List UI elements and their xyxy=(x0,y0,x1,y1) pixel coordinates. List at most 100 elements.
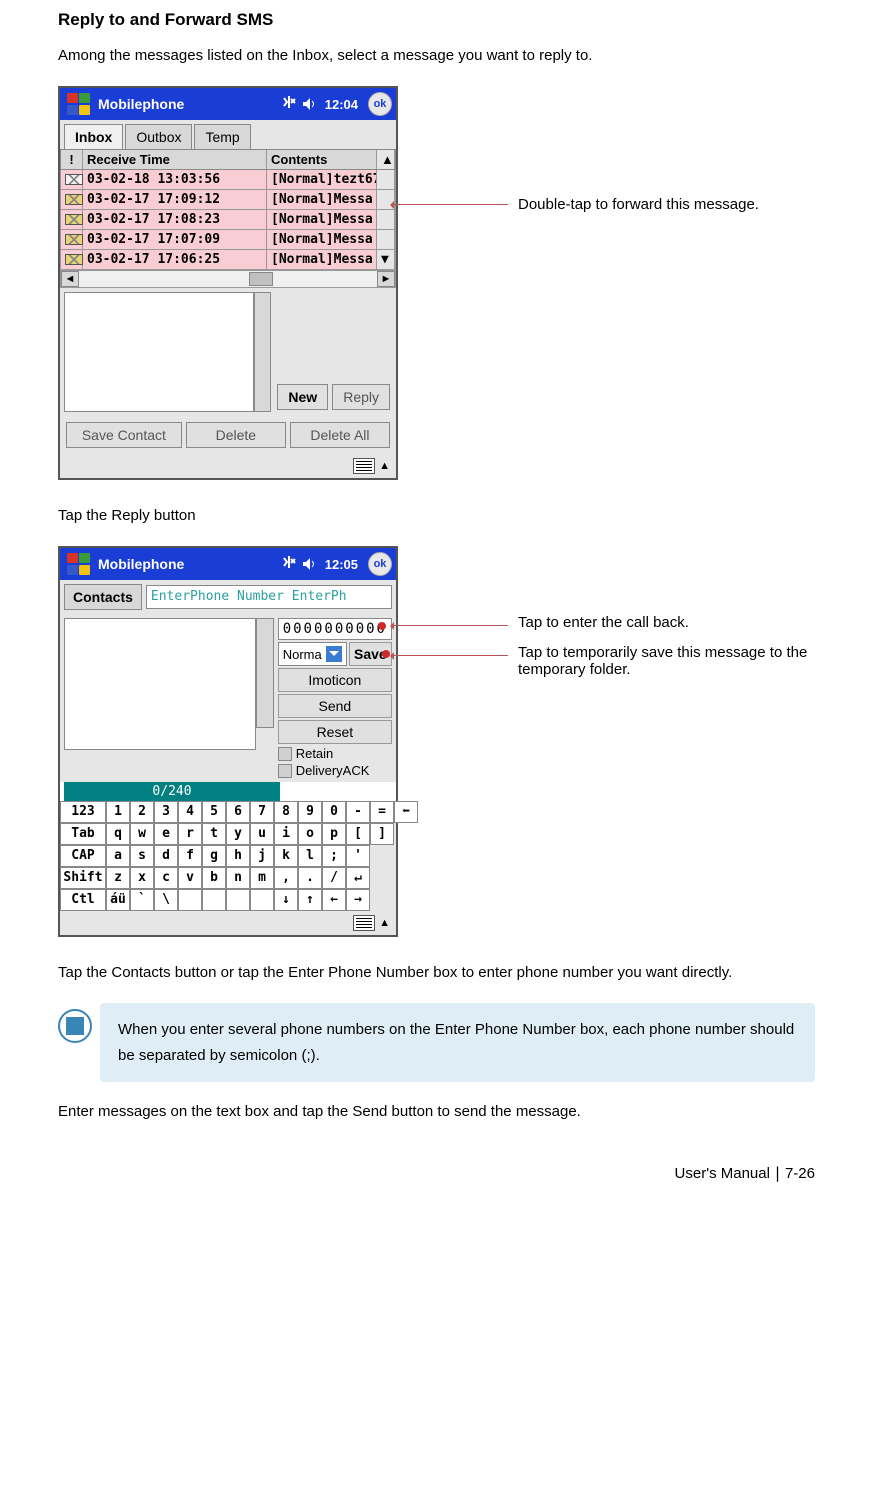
key[interactable]: ; xyxy=(322,845,346,867)
type-select[interactable]: Norma xyxy=(278,642,347,666)
key[interactable]: 6 xyxy=(226,801,250,823)
table-row[interactable]: 03-02-17 17:08:23[Normal]Messa xyxy=(61,210,395,230)
preview-scrollbar[interactable] xyxy=(254,292,271,412)
key[interactable] xyxy=(202,889,226,911)
key[interactable]: p xyxy=(322,823,346,845)
key[interactable]: ] xyxy=(370,823,394,845)
key[interactable]: h xyxy=(226,845,250,867)
phone-number-input[interactable]: EnterPhone Number EnterPh xyxy=(146,585,392,609)
key[interactable]: z xyxy=(106,867,130,889)
key[interactable]: a xyxy=(106,845,130,867)
key[interactable]: q xyxy=(106,823,130,845)
table-row[interactable]: 03-02-17 17:09:12[Normal]Messa xyxy=(61,190,395,210)
key[interactable]: 4 xyxy=(178,801,202,823)
key[interactable]: j xyxy=(250,845,274,867)
key[interactable]: áü xyxy=(106,889,130,911)
key[interactable]: r xyxy=(178,823,202,845)
key[interactable]: i xyxy=(274,823,298,845)
key[interactable]: ↵ xyxy=(346,867,370,889)
key[interactable]: v xyxy=(178,867,202,889)
tab-inbox[interactable]: Inbox xyxy=(64,124,123,149)
key[interactable]: ` xyxy=(130,889,154,911)
start-icon[interactable] xyxy=(66,92,92,116)
message-textarea[interactable] xyxy=(64,618,256,750)
key[interactable]: x xyxy=(130,867,154,889)
key[interactable]: 123 xyxy=(60,801,106,823)
scroll-left-arrow[interactable]: ◄ xyxy=(61,271,79,287)
scroll-right-arrow[interactable]: ► xyxy=(377,271,395,287)
key[interactable] xyxy=(250,889,274,911)
key[interactable]: , xyxy=(274,867,298,889)
key[interactable]: = xyxy=(370,801,394,823)
key[interactable]: Tab xyxy=(60,823,106,845)
vscroll-track[interactable] xyxy=(377,210,395,229)
onscreen-keyboard[interactable]: 1231234567890-=⬅Tabqwertyuiop[]CAPasdfgh… xyxy=(60,801,396,911)
key[interactable]: 7 xyxy=(250,801,274,823)
keyboard-icon[interactable] xyxy=(353,458,375,474)
delete-all-button[interactable]: Delete All xyxy=(290,422,390,448)
key[interactable]: b xyxy=(202,867,226,889)
key[interactable]: w xyxy=(130,823,154,845)
key[interactable]: o xyxy=(298,823,322,845)
key[interactable]: [ xyxy=(346,823,370,845)
key[interactable]: f xyxy=(178,845,202,867)
table-row[interactable]: 03-02-17 17:06:25[Normal]Messa▼ xyxy=(61,250,395,270)
vscroll-track[interactable] xyxy=(377,230,395,249)
key[interactable]: Ctl xyxy=(60,889,106,911)
callback-number-input[interactable]: 0000000000 xyxy=(278,618,392,640)
send-button[interactable]: Send xyxy=(278,694,392,718)
key[interactable]: g xyxy=(202,845,226,867)
key[interactable]: → xyxy=(346,889,370,911)
key[interactable]: ⬅ xyxy=(394,801,418,823)
table-row[interactable]: 03-02-18 13:03:56[Normal]tezt67 xyxy=(61,170,395,190)
key[interactable]: 5 xyxy=(202,801,226,823)
key[interactable] xyxy=(178,889,202,911)
retain-checkbox[interactable] xyxy=(278,747,292,761)
key[interactable]: 3 xyxy=(154,801,178,823)
sip-up-arrow[interactable]: ▲ xyxy=(379,917,390,929)
key[interactable]: ← xyxy=(322,889,346,911)
key[interactable]: \ xyxy=(154,889,178,911)
key[interactable]: 0 xyxy=(322,801,346,823)
key[interactable]: ↓ xyxy=(274,889,298,911)
scroll-up-arrow[interactable]: ▲ xyxy=(377,150,395,169)
vscroll-track[interactable]: ▼ xyxy=(377,250,395,269)
key[interactable]: CAP xyxy=(60,845,106,867)
table-row[interactable]: 03-02-17 17:07:09[Normal]Messa xyxy=(61,230,395,250)
key[interactable]: 8 xyxy=(274,801,298,823)
imoticon-button[interactable]: Imoticon xyxy=(278,668,392,692)
key[interactable]: n xyxy=(226,867,250,889)
key[interactable]: ↑ xyxy=(298,889,322,911)
key[interactable]: d xyxy=(154,845,178,867)
key[interactable]: m xyxy=(250,867,274,889)
save-contact-button[interactable]: Save Contact xyxy=(66,422,182,448)
key[interactable]: - xyxy=(346,801,370,823)
new-button[interactable]: New xyxy=(277,384,328,410)
start-icon[interactable] xyxy=(66,552,92,576)
reset-button[interactable]: Reset xyxy=(278,720,392,744)
message-scrollbar[interactable] xyxy=(256,618,273,728)
tab-outbox[interactable]: Outbox xyxy=(125,124,192,149)
key[interactable]: u xyxy=(250,823,274,845)
key[interactable]: ' xyxy=(346,845,370,867)
delete-button[interactable]: Delete xyxy=(186,422,286,448)
key[interactable] xyxy=(226,889,250,911)
key[interactable]: Shift xyxy=(60,867,106,889)
key[interactable]: k xyxy=(274,845,298,867)
ok-button[interactable]: ok xyxy=(368,92,392,116)
reply-button[interactable]: Reply xyxy=(332,384,390,410)
vscroll-track[interactable] xyxy=(377,170,395,189)
key[interactable]: l xyxy=(298,845,322,867)
horizontal-scrollbar[interactable]: ◄ ► xyxy=(60,270,396,288)
key[interactable]: t xyxy=(202,823,226,845)
key[interactable]: c xyxy=(154,867,178,889)
key[interactable]: . xyxy=(298,867,322,889)
key[interactable]: e xyxy=(154,823,178,845)
tab-temp[interactable]: Temp xyxy=(194,124,250,149)
sip-up-arrow[interactable]: ▲ xyxy=(379,460,390,472)
contacts-button[interactable]: Contacts xyxy=(64,584,142,610)
delivery-ack-checkbox[interactable] xyxy=(278,764,292,778)
key[interactable]: 1 xyxy=(106,801,130,823)
key[interactable]: / xyxy=(322,867,346,889)
keyboard-icon[interactable] xyxy=(353,915,375,931)
